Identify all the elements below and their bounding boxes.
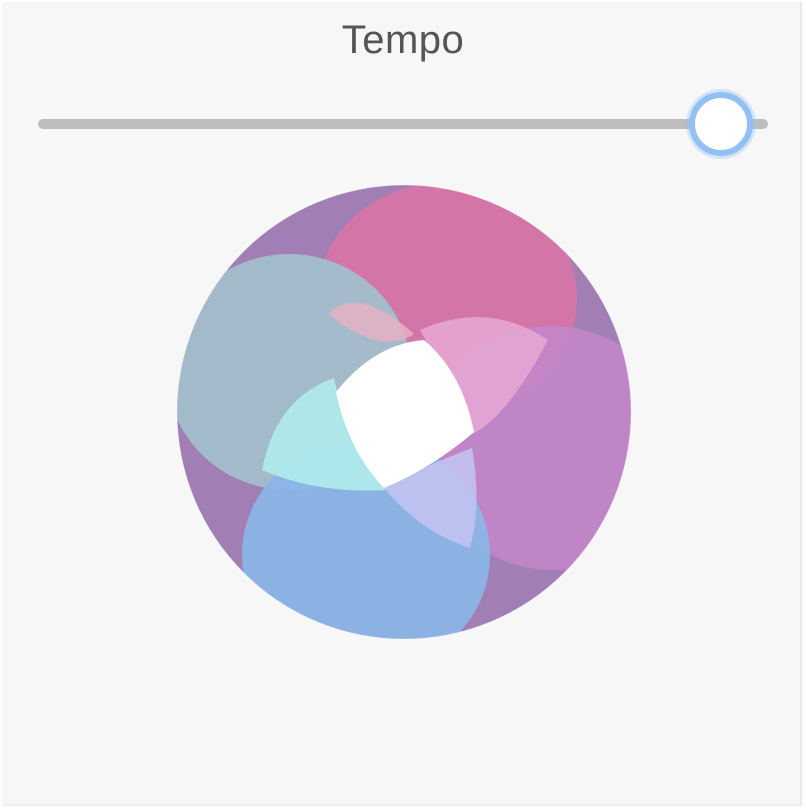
overlapping-circles-graphic	[176, 184, 632, 640]
